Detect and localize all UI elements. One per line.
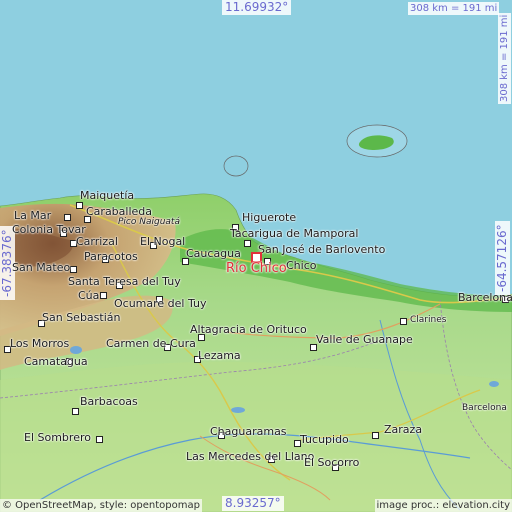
place-label: Altagracia de Orituco [190, 323, 307, 336]
place-label: Tucupido [300, 433, 349, 446]
lake-camatagua [70, 346, 82, 354]
place-label: El Nogal [140, 235, 186, 248]
place-label: Los Morros [10, 337, 70, 350]
place-marker [64, 214, 71, 221]
place-label: Lezama [198, 349, 241, 362]
place-marker [72, 408, 79, 415]
place-label: Carmen de Cura [106, 337, 196, 350]
place-marker [372, 432, 379, 439]
place-label: Paracotos [84, 250, 138, 263]
place-label: La Mar [14, 209, 52, 222]
place-label: Clarines [410, 315, 447, 325]
place-label: Zaraza [384, 423, 423, 436]
place-label: San Sebastián [42, 311, 121, 324]
place-label: Ocumare del Tuy [114, 297, 207, 310]
lake-east [489, 381, 499, 387]
lake-guanapito [231, 407, 245, 413]
place-marker [244, 240, 251, 247]
coord-top: 11.69932° [222, 0, 292, 15]
peak-label: Pico Naiguatá [118, 217, 180, 227]
place-marker [96, 436, 103, 443]
place-label: San Mateo [12, 261, 71, 274]
credit-left: © OpenStreetMap, style: opentopomap [0, 499, 202, 512]
coord-right: -64.57126° [495, 221, 510, 295]
place-label: Las Mercedes del Llano [186, 450, 315, 463]
place-label: Santa Teresa del Tuy [68, 275, 181, 288]
place-label: Higuerote [242, 211, 297, 224]
place-label: El Socorro [304, 456, 360, 469]
place-label: San José de Barlovento [258, 243, 386, 256]
selected-place-label: Río Chico [226, 261, 287, 276]
place-label: Camatagua [24, 355, 88, 368]
place-label: Chico [286, 259, 317, 272]
place-label: Valle de Guanape [316, 333, 413, 346]
place-label: Carrizal [76, 235, 118, 248]
credit-right: image proc.: elevation.city [374, 499, 512, 512]
place-label: Tacarigua de Mamporal [230, 227, 359, 240]
place-label: Barcelona [458, 291, 512, 304]
place-marker [70, 266, 77, 273]
place-label: Colonia Tovar [12, 223, 86, 236]
place-label: Chaguaramas [210, 425, 287, 438]
place-label: Barcelona [462, 403, 507, 413]
place-marker [76, 202, 83, 209]
scale-horizontal: 308 km = 191 mi [408, 2, 500, 15]
place-label: Barbacoas [80, 395, 138, 408]
place-label: Caucagua [186, 247, 241, 260]
place-marker [100, 292, 107, 299]
place-label: Maiquetía [80, 189, 135, 202]
place-marker [400, 318, 407, 325]
place-label: Cúa [78, 289, 100, 302]
coord-bottom: 8.93257° [222, 496, 284, 511]
place-label: El Sombrero [24, 431, 91, 444]
scale-vertical: 308 km = 191 mi [498, 12, 511, 104]
